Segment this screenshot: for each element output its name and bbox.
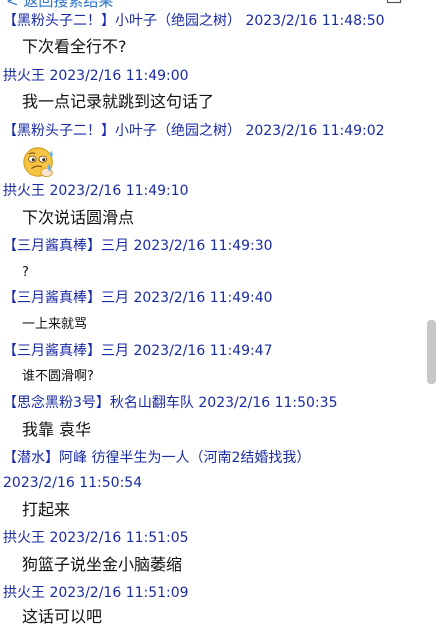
export-icon[interactable] [386, 0, 402, 4]
message-text: 这话可以吧 [22, 607, 103, 626]
scrollbar-thumb[interactable] [427, 320, 436, 384]
message-header: 拱火王 2023/2/16 11:51:09 [3, 583, 189, 603]
sender-name: 【潜水】阿峰 彷徨半生为一人（河南2结婚找我） [3, 450, 311, 466]
message-header: 【黑粉头子二！】小叶子（绝园之树） 2023/2/16 11:48:50 [3, 11, 385, 31]
message-text: 打起来 [22, 500, 71, 519]
message-text: 我一点记录就跳到这句话了 [22, 92, 215, 111]
message-header-time-row: 2023/2/16 11:50:54 [3, 473, 142, 493]
message-header: 拱火王 2023/2/16 11:49:10 [3, 181, 189, 201]
message-header: 拱火王 2023/2/16 11:49:00 [3, 66, 189, 86]
message-header: 【三月酱真棒】三月 2023/2/16 11:49:40 [3, 288, 273, 308]
message-time: 2023/2/16 11:49:00 [49, 68, 189, 84]
sender-name: 【三月酱真棒】三月 [3, 238, 129, 254]
message-header: 【潜水】阿峰 彷徨半生为一人（河南2结婚找我） [3, 448, 310, 468]
sender-name: 【黑粉头子二！】小叶子（绝园之树） [3, 13, 241, 29]
message-text: ? [22, 265, 29, 280]
sender-name: 【思念黑粉3号】秋名山翻车队 [3, 395, 194, 411]
sender-name: 【黑粉头子二！】小叶子（绝园之树） [3, 123, 241, 139]
message-header: 【三月酱真棒】三月 2023/2/16 11:49:30 [3, 236, 273, 256]
sender-name: 拱火王 [3, 68, 45, 84]
message-time: 2023/2/16 11:49:10 [49, 183, 189, 199]
sender-name: 拱火王 [3, 585, 45, 601]
sender-name: 【三月酱真棒】三月 [3, 290, 129, 306]
message-time: 2023/2/16 11:51:09 [49, 585, 189, 601]
message-time: 2023/2/16 11:50:35 [198, 395, 338, 411]
message-header: 拱火王 2023/2/16 11:51:05 [3, 528, 189, 548]
message-time: 2023/2/16 11:49:02 [245, 123, 385, 139]
back-to-search-results-link[interactable]: < 返回搜索结果 [6, 0, 113, 11]
sender-name: 拱火王 [3, 530, 45, 546]
message-header: 【黑粉头子二！】小叶子（绝园之树） 2023/2/16 11:49:02 [3, 121, 385, 141]
top-bar: < 返回搜索结果 [0, 0, 442, 11]
message-header: 【三月酱真棒】三月 2023/2/16 11:49:47 [3, 341, 273, 361]
message-text: 狗篮子说坐金小脑萎缩 [22, 555, 183, 574]
message-time: 2023/2/16 11:48:50 [245, 13, 385, 29]
message-text: 下次说话圆滑点 [22, 208, 135, 227]
message-time: 2023/2/16 11:49:30 [133, 238, 273, 254]
message-header: 【思念黑粉3号】秋名山翻车队 2023/2/16 11:50:35 [3, 393, 338, 413]
sweating-smile-emoji [23, 147, 53, 178]
message-text: 谁不圆滑啊? [22, 369, 94, 384]
message-text: 下次看全行不? [22, 37, 127, 56]
message-text: 一上来就骂 [22, 317, 88, 332]
sender-name: 【三月酱真棒】三月 [3, 343, 129, 359]
message-text: 我靠 袁华 [22, 420, 92, 439]
sender-name: 拱火王 [3, 183, 45, 199]
message-time: 2023/2/16 11:51:05 [49, 530, 189, 546]
message-time: 2023/2/16 11:49:47 [133, 343, 273, 359]
message-time: 2023/2/16 11:50:54 [3, 475, 143, 491]
message-time: 2023/2/16 11:49:40 [133, 290, 273, 306]
